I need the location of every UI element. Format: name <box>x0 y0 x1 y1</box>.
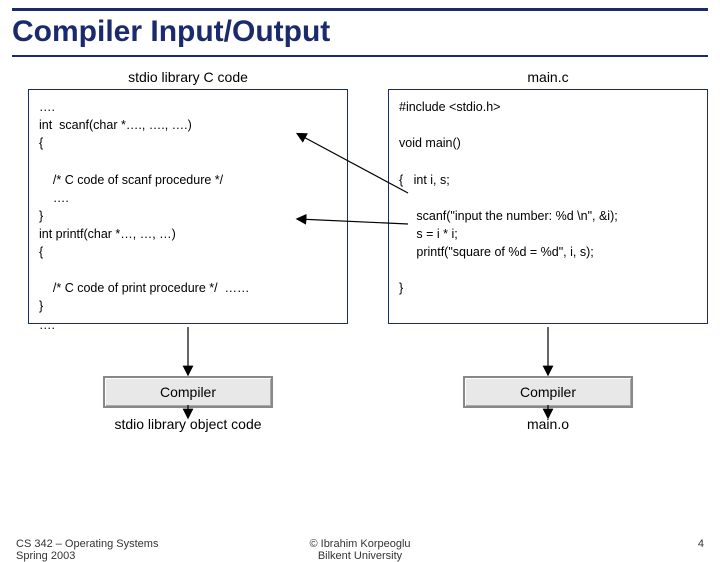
right-box-label: main.c <box>388 69 708 85</box>
left-column: stdio library C code …. int scanf(char *… <box>28 69 348 432</box>
right-compiler-box: Compiler <box>463 376 633 408</box>
left-compiler-box: Compiler <box>103 376 273 408</box>
left-output-label: stdio library object code <box>28 416 348 432</box>
page-title: Compiler Input/Output <box>12 15 708 57</box>
university: Bilkent University <box>309 550 410 562</box>
diagram-area: stdio library C code …. int scanf(char *… <box>28 69 702 449</box>
footer-left: CS 342 – Operating Systems Spring 2003 <box>16 538 158 562</box>
right-output-label: main.o <box>388 416 708 432</box>
right-column: main.c #include <stdio.h> void main() { … <box>388 69 708 432</box>
left-box-label: stdio library C code <box>28 69 348 85</box>
right-code-box: #include <stdio.h> void main() { int i, … <box>388 89 708 324</box>
left-code-box: …. int scanf(char *…., …., ….) { /* C co… <box>28 89 348 324</box>
footer-center: © Ibrahim Korpeoglu Bilkent University <box>309 538 410 562</box>
term: Spring 2003 <box>16 550 158 562</box>
